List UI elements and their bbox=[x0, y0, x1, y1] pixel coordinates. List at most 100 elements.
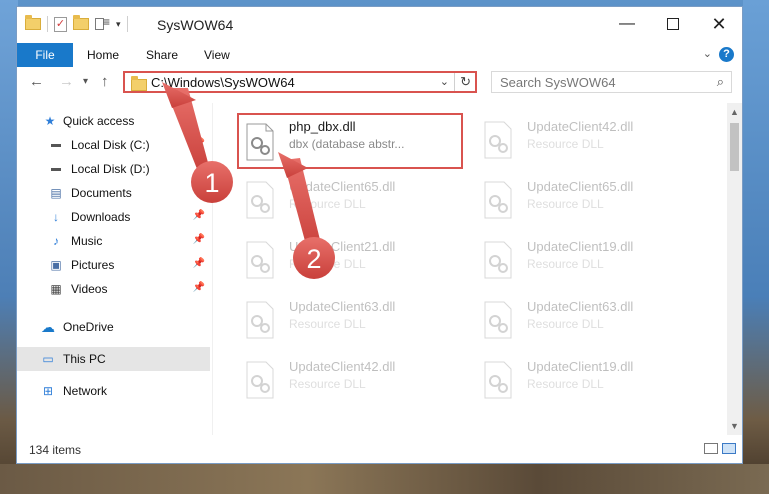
tab-home[interactable]: Home bbox=[87, 43, 119, 67]
sidebar-item-local-disk-d[interactable]: ▬ Local Disk (D:) bbox=[17, 157, 210, 181]
desktop-background-right bbox=[743, 0, 769, 494]
tab-file[interactable]: File bbox=[17, 43, 73, 67]
pin-icon[interactable]: 📌 bbox=[193, 282, 205, 293]
address-dropdown-chevron-icon[interactable]: ⌄ bbox=[440, 75, 449, 88]
vertical-scrollbar[interactable]: ▲ ▼ bbox=[727, 103, 742, 435]
search-icon: ⌕ bbox=[716, 74, 724, 89]
search-placeholder: Search SysWOW64 bbox=[500, 75, 616, 90]
tab-share[interactable]: Share bbox=[146, 43, 178, 67]
dll-file-icon bbox=[484, 121, 512, 159]
star-icon: ★ bbox=[44, 114, 56, 128]
details-view-icon[interactable] bbox=[704, 443, 718, 454]
scroll-up-arrow-icon[interactable]: ▲ bbox=[730, 107, 739, 117]
scroll-down-arrow-icon[interactable]: ▼ bbox=[730, 421, 739, 431]
sidebar-item-label: Local Disk (D:) bbox=[71, 162, 150, 176]
help-icon[interactable]: ? bbox=[719, 47, 734, 62]
file-name: UpdateClient65.dll bbox=[527, 179, 634, 194]
file-tile[interactable]: UpdateClient42.dll Resource DLL bbox=[477, 113, 703, 169]
customize-toolbar-chevron-icon[interactable]: ▾ bbox=[116, 19, 121, 30]
dll-file-icon bbox=[246, 181, 274, 219]
file-name: UpdateClient19.dll bbox=[527, 239, 634, 254]
file-tile-php-dbx[interactable]: php_dbx.dll dbx (database abstr... bbox=[237, 113, 463, 169]
file-description: Resource DLL bbox=[527, 197, 604, 211]
sidebar-item-videos[interactable]: ▦ Videos 📌 bbox=[17, 277, 210, 301]
address-bar[interactable]: C:\Windows\SysWOW64 ⌄ ↻ bbox=[123, 71, 477, 93]
file-name: UpdateClient42.dll bbox=[289, 359, 396, 374]
checkmark-icon[interactable]: ✓ bbox=[54, 16, 67, 32]
sidebar-item-pictures[interactable]: ▣ Pictures 📌 bbox=[17, 253, 210, 277]
sidebar-item-downloads[interactable]: ↓ Downloads 📌 bbox=[17, 205, 210, 229]
file-name: UpdateClient19.dll bbox=[527, 359, 634, 374]
pin-icon[interactable]: 📌 bbox=[193, 210, 205, 221]
dll-file-icon bbox=[246, 361, 274, 399]
file-name: php_dbx.dll bbox=[289, 119, 356, 134]
minimize-button[interactable]: — bbox=[604, 7, 650, 43]
toolbar-separator bbox=[126, 16, 128, 32]
recent-locations-chevron-icon[interactable]: ▾ bbox=[83, 76, 88, 87]
pin-icon[interactable]: 📌 bbox=[193, 234, 205, 245]
sidebar-item-quick-access[interactable]: ★ Quick access bbox=[17, 109, 210, 133]
file-tile[interactable]: UpdateClient63.dll Resource DLL bbox=[239, 293, 465, 349]
explorer-window: ✓ ▾ SysWOW64 — ✕ File Home Share View ⌄ … bbox=[16, 6, 743, 464]
file-name: UpdateClient63.dll bbox=[289, 299, 396, 314]
large-icons-view-icon[interactable] bbox=[722, 443, 736, 454]
pane-divider bbox=[212, 103, 213, 435]
tab-view[interactable]: View bbox=[204, 43, 230, 67]
pin-icon[interactable]: 📌 bbox=[193, 138, 205, 149]
forward-button[interactable]: → bbox=[59, 73, 74, 90]
pictures-icon: ▣ bbox=[50, 258, 62, 272]
sidebar-item-label: This PC bbox=[63, 352, 106, 366]
pin-icon[interactable]: 📌 bbox=[193, 258, 205, 269]
file-description: Resource DLL bbox=[289, 317, 366, 331]
file-tile[interactable]: UpdateClient42.dll Resource DLL bbox=[239, 353, 465, 409]
file-tile[interactable]: UpdateClient21.dll Resource DLL bbox=[239, 233, 465, 289]
maximize-button[interactable] bbox=[650, 7, 696, 43]
dll-file-icon bbox=[484, 181, 512, 219]
sidebar-item-label: Quick access bbox=[63, 114, 135, 128]
sidebar-item-documents[interactable]: ▤ Documents bbox=[17, 181, 210, 205]
file-tile[interactable]: UpdateClient19.dll Resource DLL bbox=[477, 353, 703, 409]
scrollbar-thumb[interactable] bbox=[730, 123, 739, 171]
cloud-icon: ☁ bbox=[41, 319, 55, 335]
maximize-icon bbox=[667, 17, 679, 30]
file-tile[interactable]: UpdateClient65.dll Resource DLL bbox=[239, 173, 465, 229]
video-film-icon: ▦ bbox=[50, 282, 62, 296]
title-bar: ✓ ▾ SysWOW64 — ✕ bbox=[17, 7, 742, 43]
sidebar-item-label: Downloads bbox=[71, 210, 131, 224]
file-tile[interactable]: UpdateClient65.dll Resource DLL bbox=[477, 173, 703, 229]
item-count: 134 items bbox=[29, 443, 82, 457]
sidebar-item-onedrive[interactable]: ☁ OneDrive bbox=[17, 315, 210, 339]
address-path[interactable]: C:\Windows\SysWOW64 bbox=[151, 75, 295, 90]
desktop-background-bottom bbox=[0, 464, 769, 494]
window-title: SysWOW64 bbox=[157, 17, 234, 33]
sidebar-item-network[interactable]: ⊞ Network bbox=[17, 379, 210, 403]
file-description: Resource DLL bbox=[289, 377, 366, 391]
documents-icon: ▤ bbox=[50, 186, 62, 200]
properties-icon[interactable] bbox=[95, 15, 110, 31]
music-note-icon: ♪ bbox=[53, 234, 59, 248]
sidebar-item-local-disk-c[interactable]: ▬ Local Disk (C:) 📌 bbox=[17, 133, 210, 157]
back-button[interactable]: ← bbox=[29, 73, 44, 90]
file-tile[interactable]: UpdateClient63.dll Resource DLL bbox=[477, 293, 703, 349]
file-description: Resource DLL bbox=[527, 137, 604, 151]
file-tile[interactable]: UpdateClient19.dll Resource DLL bbox=[477, 233, 703, 289]
sidebar-item-label: Music bbox=[71, 234, 103, 248]
up-button[interactable]: ↑ bbox=[101, 73, 109, 90]
close-button[interactable]: ✕ bbox=[696, 7, 742, 43]
new-folder-icon[interactable] bbox=[73, 15, 89, 30]
sidebar-item-this-pc[interactable]: ▭ This PC bbox=[17, 347, 210, 371]
file-name: UpdateClient42.dll bbox=[527, 119, 634, 134]
quick-access-toolbar: ✓ ▾ bbox=[25, 15, 128, 32]
refresh-icon[interactable]: ↻ bbox=[460, 74, 471, 90]
dll-file-icon bbox=[246, 301, 274, 339]
sidebar-item-label: Network bbox=[63, 384, 108, 398]
sidebar-item-music[interactable]: ♪ Music 📌 bbox=[17, 229, 210, 253]
sidebar-item-label: Videos bbox=[71, 282, 108, 296]
file-description: Resource DLL bbox=[527, 257, 604, 271]
expand-ribbon-chevron-icon[interactable]: ⌄ bbox=[703, 47, 712, 60]
search-input[interactable]: Search SysWOW64 ⌕ bbox=[491, 71, 732, 93]
file-name: UpdateClient63.dll bbox=[527, 299, 634, 314]
dll-file-icon bbox=[484, 361, 512, 399]
sidebar-item-label: Pictures bbox=[71, 258, 115, 272]
ribbon-tabs: File Home Share View ⌄ ? bbox=[17, 43, 742, 67]
